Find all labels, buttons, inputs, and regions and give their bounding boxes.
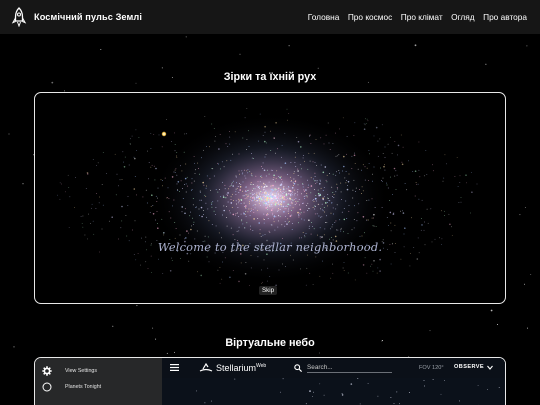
chevron-down-icon bbox=[487, 365, 493, 370]
observe-mode-dropdown[interactable]: OBSERVE bbox=[454, 364, 493, 370]
stellar-embed[interactable]: Welcome to the stellar neighborhood. Ski… bbox=[34, 92, 506, 304]
site-title: Космічний пульс Землі bbox=[34, 12, 143, 22]
brand[interactable]: Космічний пульс Землі bbox=[11, 7, 142, 27]
hamburger-menu-icon[interactable] bbox=[170, 364, 179, 371]
nav-overview[interactable]: Огляд bbox=[451, 12, 474, 22]
view-settings-label: View Settings bbox=[65, 368, 97, 374]
stellarium-sidebar: View Settings Planets Tonight bbox=[35, 358, 162, 405]
stellarium-brand: StellariumWeb bbox=[216, 363, 266, 373]
stellarium-sky-view[interactable]: StellariumWeb FOV 120° OBSERVE bbox=[162, 358, 505, 405]
stars-section-title: Зірки та їхній рух bbox=[223, 71, 317, 83]
stellarium-brand-name: Stellarium bbox=[216, 363, 257, 373]
planets-tonight-item[interactable]: Planets Tonight bbox=[42, 380, 101, 394]
nav-about-space[interactable]: Про космос bbox=[348, 12, 392, 22]
view-settings-item[interactable]: View Settings bbox=[42, 364, 97, 378]
fov-readout: FOV 120° bbox=[419, 365, 444, 371]
nav-about-climate[interactable]: Про клімат bbox=[401, 12, 443, 22]
observe-mode-label: OBSERVE bbox=[454, 364, 485, 370]
welcome-caption: Welcome to the stellar neighborhood. bbox=[157, 240, 383, 254]
stellarium-embed[interactable]: View Settings Planets Tonight Stellarium… bbox=[34, 357, 506, 405]
planets-tonight-label: Planets Tonight bbox=[65, 384, 102, 390]
stellarium-brand-sup: Web bbox=[256, 363, 267, 369]
navbar: Космічний пульс Землі Головна Про космос… bbox=[0, 0, 540, 34]
stellarium-logo-icon bbox=[199, 363, 213, 372]
star-cluster-visualization[interactable] bbox=[35, 93, 505, 303]
gear-icon bbox=[42, 366, 52, 376]
stellarium-toolbar: StellariumWeb FOV 120° OBSERVE bbox=[162, 358, 505, 378]
sky-section-title: Віртуальне небо bbox=[225, 337, 315, 349]
nav-about-author[interactable]: Про автора bbox=[483, 12, 527, 22]
circle-icon bbox=[42, 382, 52, 392]
main-nav: Головна Про космос Про клімат Огляд Про … bbox=[299, 0, 527, 34]
nav-home[interactable]: Головна bbox=[308, 12, 340, 22]
search-icon[interactable] bbox=[294, 364, 302, 372]
sky-search-input[interactable] bbox=[307, 362, 392, 373]
rocket-icon bbox=[11, 7, 27, 27]
skip-button[interactable]: Skip bbox=[259, 286, 278, 295]
